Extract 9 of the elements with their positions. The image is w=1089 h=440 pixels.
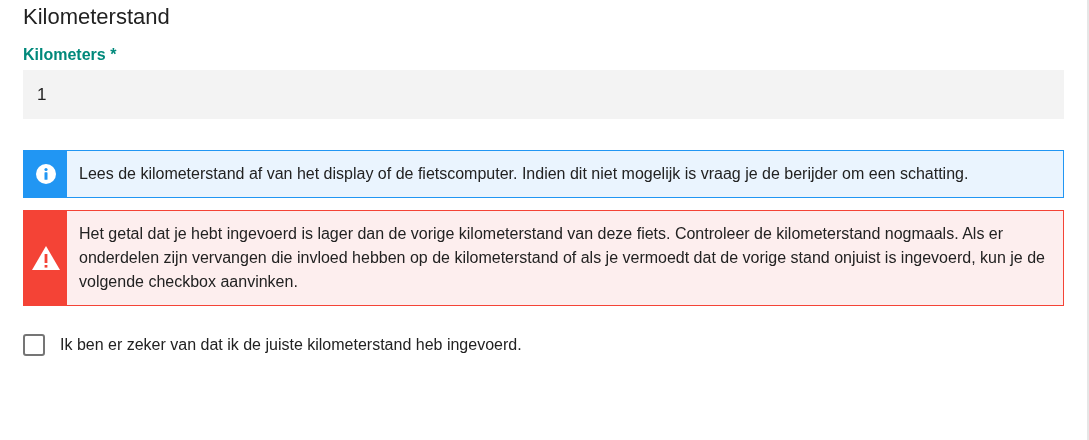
kilometers-input[interactable]: 1 (23, 70, 1064, 119)
checkbox-label: Ik ben er zeker van dat ik de juiste kilometerstand heb ingevoerd. (60, 335, 522, 355)
alert-message: Lees de kilometerstand af van het display of de fietscomputer. Indien dit niet mogelijk is vraag je de berijder om een schatting. (78, 164, 970, 184)
warning-icon (31, 246, 60, 270)
info-icon (35, 164, 56, 184)
page-title: Kilometerstand (23, 3, 171, 31)
alert-message: Het getal dat je hebt ingevoerd is lager dan de vorige kilometerstand van deze fiets. Controleer de kilometerstand nogmaals. Als er onderdelen zijn vervangen die invloed hebben op de kilometerstand of als je vermoedt dat de vorige stand onjuist is ingevoerd, kun je de volgende checkbox aanvinken. (78, 224, 1046, 292)
checkbox[interactable] (23, 334, 45, 356)
field-label: Kilometers * (23, 45, 118, 65)
